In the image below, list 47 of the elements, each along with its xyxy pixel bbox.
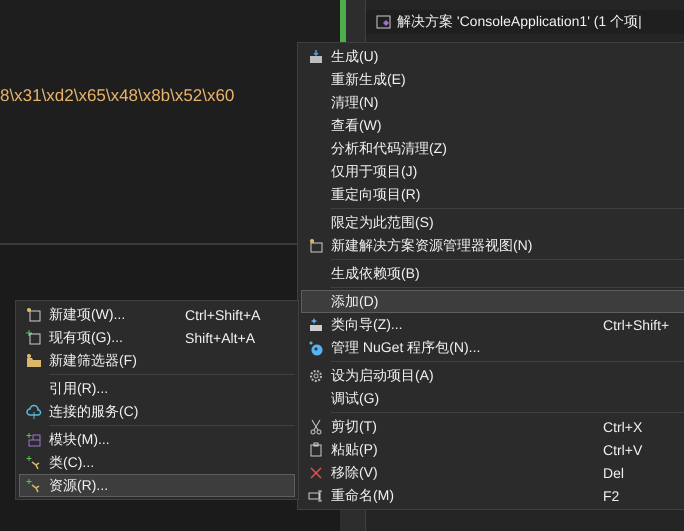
menu-item[interactable]: 新建筛选器(F) <box>19 349 295 372</box>
module-icon <box>26 432 42 448</box>
scissors-icon <box>308 418 324 434</box>
menu-item[interactable]: 管理 NuGet 程序包(N)... <box>301 336 684 359</box>
package-icon <box>308 340 324 356</box>
new-view-icon <box>308 238 324 254</box>
solution-icon <box>376 14 392 30</box>
menu-item[interactable]: 重命名(M) F2 <box>301 484 684 507</box>
menu-item[interactable]: 限定为此范围(S) <box>301 211 684 234</box>
tree-item[interactable]: 解决方案 'ConsoleApplication1' (1 个项| <box>366 10 684 34</box>
menu-item[interactable]: 类向导(Z)... Ctrl+Shift+ <box>301 313 684 336</box>
menu-item[interactable]: 生成依赖项(B) <box>301 262 684 285</box>
gear-icon <box>308 368 324 384</box>
class-icon <box>26 454 42 470</box>
menu-item[interactable]: 新建项(W)... Ctrl+Shift+A <box>19 303 295 326</box>
menu-item[interactable]: 连接的服务(C) <box>19 400 295 423</box>
menu-item[interactable]: 设为启动项目(A) <box>301 364 684 387</box>
build-icon <box>308 48 324 64</box>
code-line: 8\x31\xd2\x65\x48\x8b\x52\x60 <box>0 86 236 106</box>
menu-item[interactable]: 重定向项目(R) <box>301 183 684 206</box>
menu-item[interactable]: 仅用于项目(J) <box>301 160 684 183</box>
class-wizard-icon <box>308 316 324 332</box>
menu-item[interactable]: 粘贴(P) Ctrl+V <box>301 438 684 461</box>
class-icon <box>26 478 42 494</box>
change-bar <box>340 0 346 42</box>
menu-item[interactable]: 现有项(G)... Shift+Alt+A <box>19 326 295 349</box>
cloud-icon <box>26 404 42 420</box>
menu-item[interactable]: 重新生成(E) <box>301 68 684 91</box>
menu-item[interactable]: 剪切(T) Ctrl+X <box>301 415 684 438</box>
close-icon <box>308 464 324 480</box>
menu-item[interactable]: 查看(W) <box>301 114 684 137</box>
menu-item[interactable]: 类(C)... <box>19 451 295 474</box>
folder-icon <box>26 352 42 368</box>
add-item-icon <box>26 330 42 346</box>
menu-item[interactable]: 分析和代码清理(Z) <box>301 137 684 160</box>
clipboard-icon <box>308 442 324 458</box>
menu-item[interactable]: 清理(N) <box>301 91 684 114</box>
rename-icon <box>308 488 324 504</box>
menu-item[interactable]: 添加(D) <box>301 290 684 313</box>
menu-item[interactable]: 新建解决方案资源管理器视图(N) <box>301 234 684 257</box>
menu-item[interactable]: 生成(U) <box>301 45 684 68</box>
menu-item[interactable]: 调试(G) <box>301 387 684 410</box>
menu-item[interactable]: 移除(V) Del <box>301 461 684 484</box>
menu-item[interactable]: 模块(M)... <box>19 428 295 451</box>
new-item-icon <box>26 306 42 322</box>
menu-item[interactable]: 引用(R)... <box>19 377 295 400</box>
menu-item[interactable]: 资源(R)... <box>19 474 295 497</box>
